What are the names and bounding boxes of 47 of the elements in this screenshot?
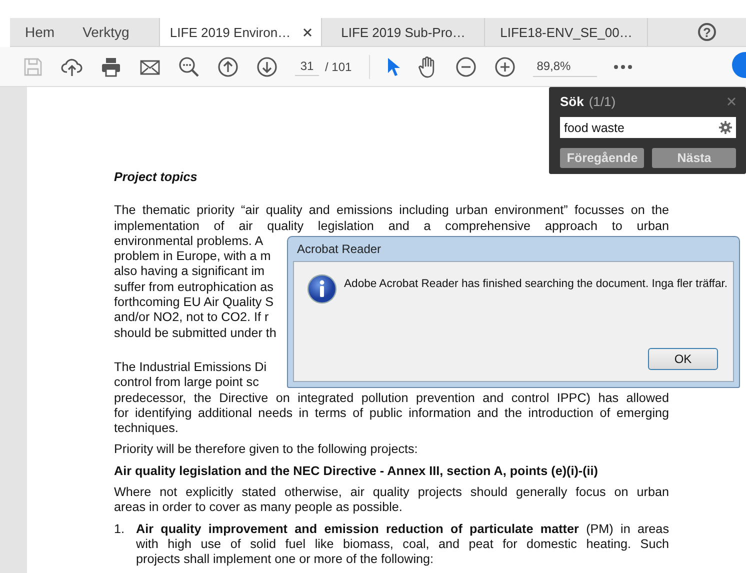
text-line: predecessor, the Directive on integrated pollution prevention and control IPPC) has allowed — [114, 390, 669, 406]
text-line: with high use of solid fuel like biomass, coal, and peat for domestic heating. Such — [136, 536, 669, 552]
text-line: projects shall implement one or more of the following: — [136, 552, 434, 568]
zoom-dropdown[interactable]: 89,8% — [532, 56, 597, 77]
zoom-in-icon[interactable] — [494, 56, 516, 78]
text-line: forthcoming EU Air Quality S — [114, 295, 274, 310]
text-line: suffer from eutrophication as — [114, 280, 274, 296]
dialog-title: Acrobat Reader — [296, 241, 382, 258]
ok-button[interactable]: OK — [648, 348, 718, 370]
help-button[interactable]: ? — [698, 23, 716, 41]
result-count: (1/1) — [588, 94, 616, 108]
dialog-message: Adobe Acrobat Reader has finished searching the document. Inga fler träffar. — [344, 278, 728, 290]
text-line: control from large point sc — [114, 375, 259, 391]
search-field[interactable]: food waste — [560, 117, 736, 138]
text-line: for identifying additional needs in terms of public information and the introduction of emerging — [114, 406, 669, 422]
text-line: problem in Europe, with a m — [114, 249, 271, 264]
search-title: Sök — [560, 94, 584, 108]
search-icon[interactable] — [178, 56, 200, 78]
arrow-down-icon[interactable] — [256, 56, 278, 78]
nav-tab[interactable]: Verktyg — [68, 18, 144, 46]
text-line: techniques. — [114, 421, 178, 436]
text-line: Priority will be therefore given to the following projects: — [114, 442, 418, 458]
text-line: should be submitted under th — [114, 326, 276, 341]
text-line: The Industrial Emissions Di — [114, 360, 267, 376]
nav-tab[interactable]: Hem — [10, 18, 69, 46]
close-icon[interactable] — [302, 28, 312, 36]
page-total: / 101 — [325, 60, 352, 74]
page-number-field[interactable]: 31 — [295, 57, 319, 76]
text-line: Air quality improvement and emission reduction of particulate matter (PM) in areas — [136, 522, 669, 537]
text-line: also having a significant im — [114, 264, 265, 280]
arrow-up-icon[interactable] — [217, 56, 239, 78]
info-icon — [307, 274, 337, 304]
zoom-out-icon[interactable] — [454, 56, 477, 78]
text-line: Air quality legislation and the NEC Directive - Annex III, section A, points (e)(i)-(ii) — [114, 464, 598, 480]
pointer-tool-icon[interactable] — [386, 56, 401, 76]
more-icon[interactable] — [614, 64, 632, 70]
text-line: The thematic priority “air quality and emissions including urban environment” focusses on the — [114, 203, 669, 219]
print-icon[interactable] — [100, 56, 122, 78]
text-line: areas in order to cover as many people as possible. — [114, 500, 402, 516]
list-number: 1. — [114, 522, 126, 538]
settings-icon[interactable] — [719, 121, 732, 134]
text-line: implementation of air quality legislation and a comprehensive approach to urban — [114, 218, 669, 234]
section-heading: Project topics — [114, 170, 198, 186]
text-line: environmental problems. A — [114, 234, 264, 250]
text-line: Where not explicitly stated otherwise, air quality projects should generally focus on urban — [114, 485, 669, 500]
text-line: and/or NO2, not to CO2. If r — [114, 310, 269, 326]
document-tab[interactable]: LIFE 2019 Environ… — [159, 18, 322, 46]
